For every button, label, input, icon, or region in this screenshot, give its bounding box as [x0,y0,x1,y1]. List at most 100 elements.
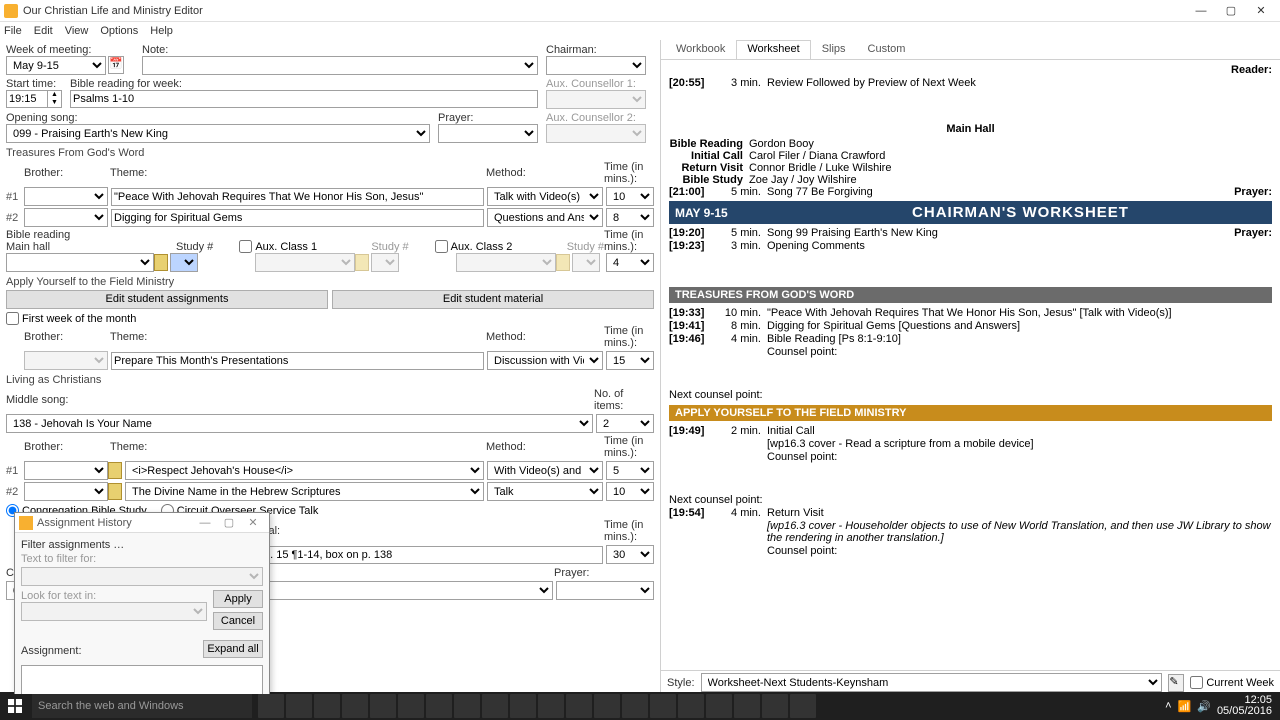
tfgw1-method[interactable]: Talk with Video(s) [487,187,603,206]
assignment-list[interactable] [21,665,263,694]
lac2-theme[interactable]: The Divine Name in the Hebrew Scriptures [125,482,484,501]
lac1-theme[interactable]: <i>Respect Jehovah's House</i> [125,461,484,480]
counsel-point: Counsel point: [767,451,1272,463]
task-icon[interactable] [622,694,648,718]
task-icon[interactable] [454,694,480,718]
lac2-brother[interactable] [24,482,108,501]
assign-value: Gordon Booy [749,138,814,150]
bible-reading-week[interactable] [70,90,538,108]
task-icon[interactable] [566,694,592,718]
task-icon[interactable] [594,694,620,718]
swap-icon[interactable] [108,483,122,500]
tfgw1-time[interactable]: 10 [606,187,654,206]
task-icon[interactable] [286,694,312,718]
tfgw1-theme[interactable] [111,188,484,206]
lac2-method[interactable]: Talk [487,482,603,501]
ah-maximize[interactable]: ▢ [217,516,241,529]
lac2-time[interactable]: 10 [606,482,654,501]
brd-main-student[interactable] [6,253,154,272]
taskbar-search[interactable]: Search the web and Windows [32,694,252,718]
task-icon[interactable] [258,694,284,718]
edit-assignments-button[interactable]: Edit student assignments [6,290,328,309]
start-time[interactable] [6,90,48,108]
tab-custom[interactable]: Custom [857,40,917,59]
spin-up-icon[interactable]: ▲ [48,91,61,99]
task-icon[interactable] [538,694,564,718]
brd-time[interactable]: 4 [606,253,654,272]
tab-worksheet[interactable]: Worksheet [736,40,810,59]
tfgw2-time[interactable]: 8 [606,208,654,227]
task-icon[interactable] [398,694,424,718]
menu-view[interactable]: View [65,25,89,37]
aux2-check[interactable] [435,240,448,253]
chairman-select[interactable] [546,56,646,75]
tray-network-icon[interactable]: 📶 [1178,700,1192,713]
cancel-button[interactable]: Cancel [213,612,263,630]
edit-material-button[interactable]: Edit student material [332,290,654,309]
preview-content[interactable]: Reader: [20:55]3 min.Review Followed by … [661,60,1280,670]
swap-icon[interactable] [108,462,122,479]
ayfm-theme[interactable] [111,352,484,370]
style-select[interactable]: Worksheet-Next Students-Keynsham [701,673,1163,692]
person-icon[interactable] [154,254,168,271]
maximize-button[interactable]: ▢ [1216,1,1246,21]
prayer1-select[interactable] [438,124,538,143]
task-icon[interactable] [314,694,340,718]
first-week-check[interactable] [6,312,19,325]
menu-options[interactable]: Options [100,25,138,37]
opening-song[interactable]: 099 - Praising Earth's New King [6,124,430,143]
tfgw2-theme[interactable] [111,209,484,227]
middle-song[interactable]: 138 - Jehovah Is Your Name [6,414,593,433]
task-icon[interactable] [342,694,368,718]
task-icon[interactable] [426,694,452,718]
menu-file[interactable]: File [4,25,22,37]
tab-workbook[interactable]: Workbook [665,40,736,59]
prayer2-select[interactable] [556,581,654,600]
task-icon[interactable] [706,694,732,718]
tfgw1-brother[interactable] [24,187,108,206]
nitems[interactable]: 2 [596,414,654,433]
prayer-label: Prayer: [1234,186,1272,198]
tfgw2-method[interactable]: Questions and Answers [487,208,603,227]
task-icon[interactable] [762,694,788,718]
ayfm-time[interactable]: 15 [606,351,654,370]
time-label: Time (in mins.): [604,161,654,185]
ayfm-bar: APPLY YOURSELF TO THE FIELD MINISTRY [669,405,1272,421]
style-edit-icon[interactable]: ✎ [1168,674,1184,692]
lac1-time[interactable]: 5 [606,461,654,480]
calendar-icon[interactable]: 📅 [108,56,124,74]
task-icon[interactable] [734,694,760,718]
task-icon[interactable] [482,694,508,718]
ah-close[interactable]: ✕ [241,516,265,529]
week-select[interactable]: May 9-15 [6,56,106,75]
aux1-check[interactable] [239,240,252,253]
reader-label: Reader: [1231,64,1272,76]
tfgw2-brother[interactable] [24,208,108,227]
brd-main-study[interactable] [170,253,198,272]
task-icon[interactable] [650,694,676,718]
system-tray[interactable]: ˄ 📶 🔊 12:05 05/05/2016 [1165,695,1280,717]
expand-all-button[interactable]: Expand all [203,640,263,658]
task-icon[interactable] [790,694,816,718]
tray-volume-icon[interactable]: 🔊 [1197,700,1211,713]
menu-edit[interactable]: Edit [34,25,53,37]
tray-chevron-icon[interactable]: ˄ [1165,700,1171,712]
task-icon[interactable] [370,694,396,718]
task-icon[interactable] [510,694,536,718]
task-icon[interactable] [678,694,704,718]
lac1-method[interactable]: With Video(s) and Interview(s) [487,461,603,480]
tab-slips[interactable]: Slips [811,40,857,59]
menu-help[interactable]: Help [150,25,173,37]
bar-title: CHAIRMAN'S WORKSHEET [775,204,1266,221]
lac1-brother[interactable] [24,461,108,480]
close-button[interactable]: ✕ [1246,1,1276,21]
spin-down-icon[interactable]: ▼ [48,99,61,107]
cbs-time[interactable]: 30 [606,545,654,564]
ah-minimize[interactable]: — [193,517,217,529]
apply-button[interactable]: Apply [213,590,263,608]
current-week-check[interactable] [1190,676,1203,689]
note-field[interactable] [142,56,538,75]
start-button[interactable] [0,692,30,720]
minimize-button[interactable]: — [1186,1,1216,21]
ayfm-method[interactable]: Discussion with Video(s) [487,351,603,370]
